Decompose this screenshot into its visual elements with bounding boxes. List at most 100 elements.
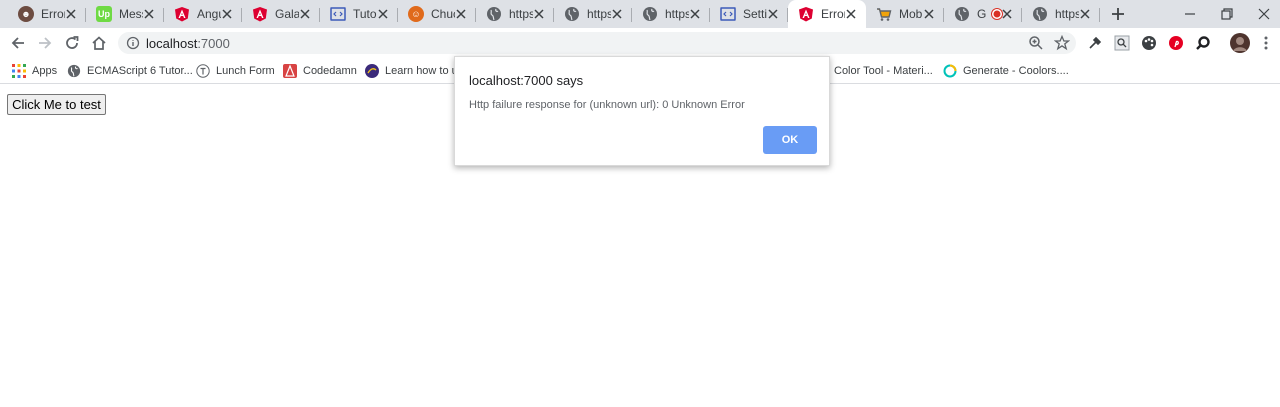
tab-title: https: [509, 7, 533, 21]
ok-button[interactable]: OK [763, 126, 817, 154]
globe-icon [67, 64, 81, 78]
tab-5[interactable]: Tutor [320, 0, 398, 28]
bookmark-lunch-form[interactable]: Lunch Form [196, 62, 275, 80]
tab-11-active[interactable]: Error [788, 0, 866, 28]
close-icon[interactable] [220, 7, 234, 21]
browser-toolbar: localhost:7000 [0, 28, 1280, 58]
tab-14[interactable]: https: [1022, 0, 1100, 28]
tab-title: Settin [743, 7, 767, 21]
bookmark-ecmascript[interactable]: ECMAScript 6 Tutor... [67, 62, 193, 80]
globe-icon [643, 7, 657, 21]
tab-title: Galax [275, 7, 299, 21]
bookmark-apps[interactable]: Apps [12, 62, 57, 80]
chuck-icon: ☺ [408, 6, 424, 22]
url-host: localhost [146, 36, 198, 51]
tab-title: G [977, 7, 987, 21]
letter-t-icon [196, 64, 210, 78]
bookmark-learn[interactable]: Learn how to us [365, 62, 463, 80]
tab-4[interactable]: Galax [242, 0, 320, 28]
address-bar[interactable]: localhost:7000 [118, 32, 1076, 54]
close-icon[interactable] [766, 7, 780, 21]
tab-title: Error [821, 7, 845, 21]
tab-2[interactable]: Up Mess [86, 0, 164, 28]
minimize-icon[interactable] [1180, 4, 1200, 24]
codedamn-icon [283, 64, 297, 78]
url-text: localhost:7000 [146, 36, 230, 51]
bookmark-coolors[interactable]: Generate - Coolors.... [943, 62, 1069, 80]
cart-icon [877, 8, 892, 21]
close-icon[interactable] [688, 7, 702, 21]
tab-title: Tutor [353, 7, 377, 21]
close-icon[interactable] [610, 7, 624, 21]
tab-12[interactable]: Mobi [866, 0, 944, 28]
dialog-message: Http failure response for (unknown url):… [469, 99, 745, 111]
tab-6[interactable]: ☺ Chuck [398, 0, 476, 28]
dialog-title: localhost:7000 says [469, 73, 584, 88]
palette-extension-icon[interactable] [1141, 35, 1157, 51]
avatar[interactable] [1230, 33, 1250, 53]
search-extension-icon[interactable] [1114, 35, 1130, 51]
tab-9[interactable]: https: [632, 0, 710, 28]
angular-icon [175, 7, 189, 22]
code-icon [330, 7, 346, 21]
tab-1[interactable]: ☻ Error [8, 0, 86, 28]
url-port: :7000 [197, 36, 230, 51]
angular-icon [253, 7, 267, 22]
forward-icon[interactable] [36, 34, 54, 52]
bookmark-label: Color Tool - Materi... [834, 65, 933, 77]
zoom-icon[interactable] [1028, 35, 1044, 51]
alert-dialog: localhost:7000 says Http failure respons… [454, 56, 830, 166]
eyedropper-extension-icon[interactable] [1087, 35, 1103, 51]
close-icon[interactable] [454, 7, 468, 21]
tab-title: https: [1055, 7, 1079, 21]
globe-icon [565, 7, 579, 21]
window-close-icon[interactable] [1254, 4, 1274, 24]
bookmark-label: Lunch Form [216, 65, 275, 77]
tab-title: Chuck [431, 7, 455, 21]
upwork-icon: Up [96, 6, 112, 22]
lens-extension-icon[interactable] [1195, 35, 1211, 51]
angular-icon [799, 7, 813, 22]
tab-title: Error [41, 7, 65, 21]
globe-icon [1033, 7, 1047, 21]
tab-title: Angu [197, 7, 221, 21]
tab-10[interactable]: Settin [710, 0, 788, 28]
bookmark-star-icon[interactable] [1054, 35, 1070, 51]
tab-strip: ☻ Error Up Mess Angu Galax Tutor ☺ Chuck… [0, 0, 1280, 28]
close-icon[interactable] [844, 7, 858, 21]
close-icon[interactable] [298, 7, 312, 21]
pinterest-icon[interactable] [1168, 35, 1184, 51]
close-icon[interactable] [64, 7, 78, 21]
close-icon[interactable] [1000, 7, 1014, 21]
bot-icon: ☻ [18, 6, 34, 22]
tab-3[interactable]: Angu [164, 0, 242, 28]
learn-icon [365, 64, 379, 78]
tab-7[interactable]: https: [476, 0, 554, 28]
coolors-icon [943, 64, 957, 78]
back-icon[interactable] [9, 34, 27, 52]
info-icon[interactable] [126, 36, 140, 50]
bookmark-label: Codedamn [303, 65, 357, 77]
bookmark-label: Generate - Coolors.... [963, 65, 1069, 77]
tab-8[interactable]: https: [554, 0, 632, 28]
reload-icon[interactable] [63, 34, 81, 52]
apps-grid-icon [12, 64, 26, 78]
kebab-menu-icon[interactable] [1258, 35, 1274, 51]
close-icon[interactable] [922, 7, 936, 21]
close-icon[interactable] [532, 7, 546, 21]
bookmark-codedamn[interactable]: Codedamn [283, 62, 357, 80]
globe-icon [955, 7, 969, 21]
tab-title: Mobi [899, 7, 923, 21]
bookmark-label: Apps [32, 65, 58, 77]
close-icon[interactable] [142, 7, 156, 21]
restore-icon[interactable] [1217, 4, 1237, 24]
close-icon[interactable] [376, 7, 390, 21]
tab-title: Mess [119, 7, 143, 21]
tab-13[interactable]: G [944, 0, 1022, 28]
home-icon[interactable] [90, 34, 108, 52]
close-icon[interactable] [1078, 7, 1092, 21]
bookmark-color-tool[interactable]: Color Tool - Materi... [834, 62, 933, 80]
code-icon [720, 7, 736, 21]
new-tab-icon[interactable] [1108, 4, 1128, 24]
click-me-button[interactable]: Click Me to test [7, 94, 106, 115]
